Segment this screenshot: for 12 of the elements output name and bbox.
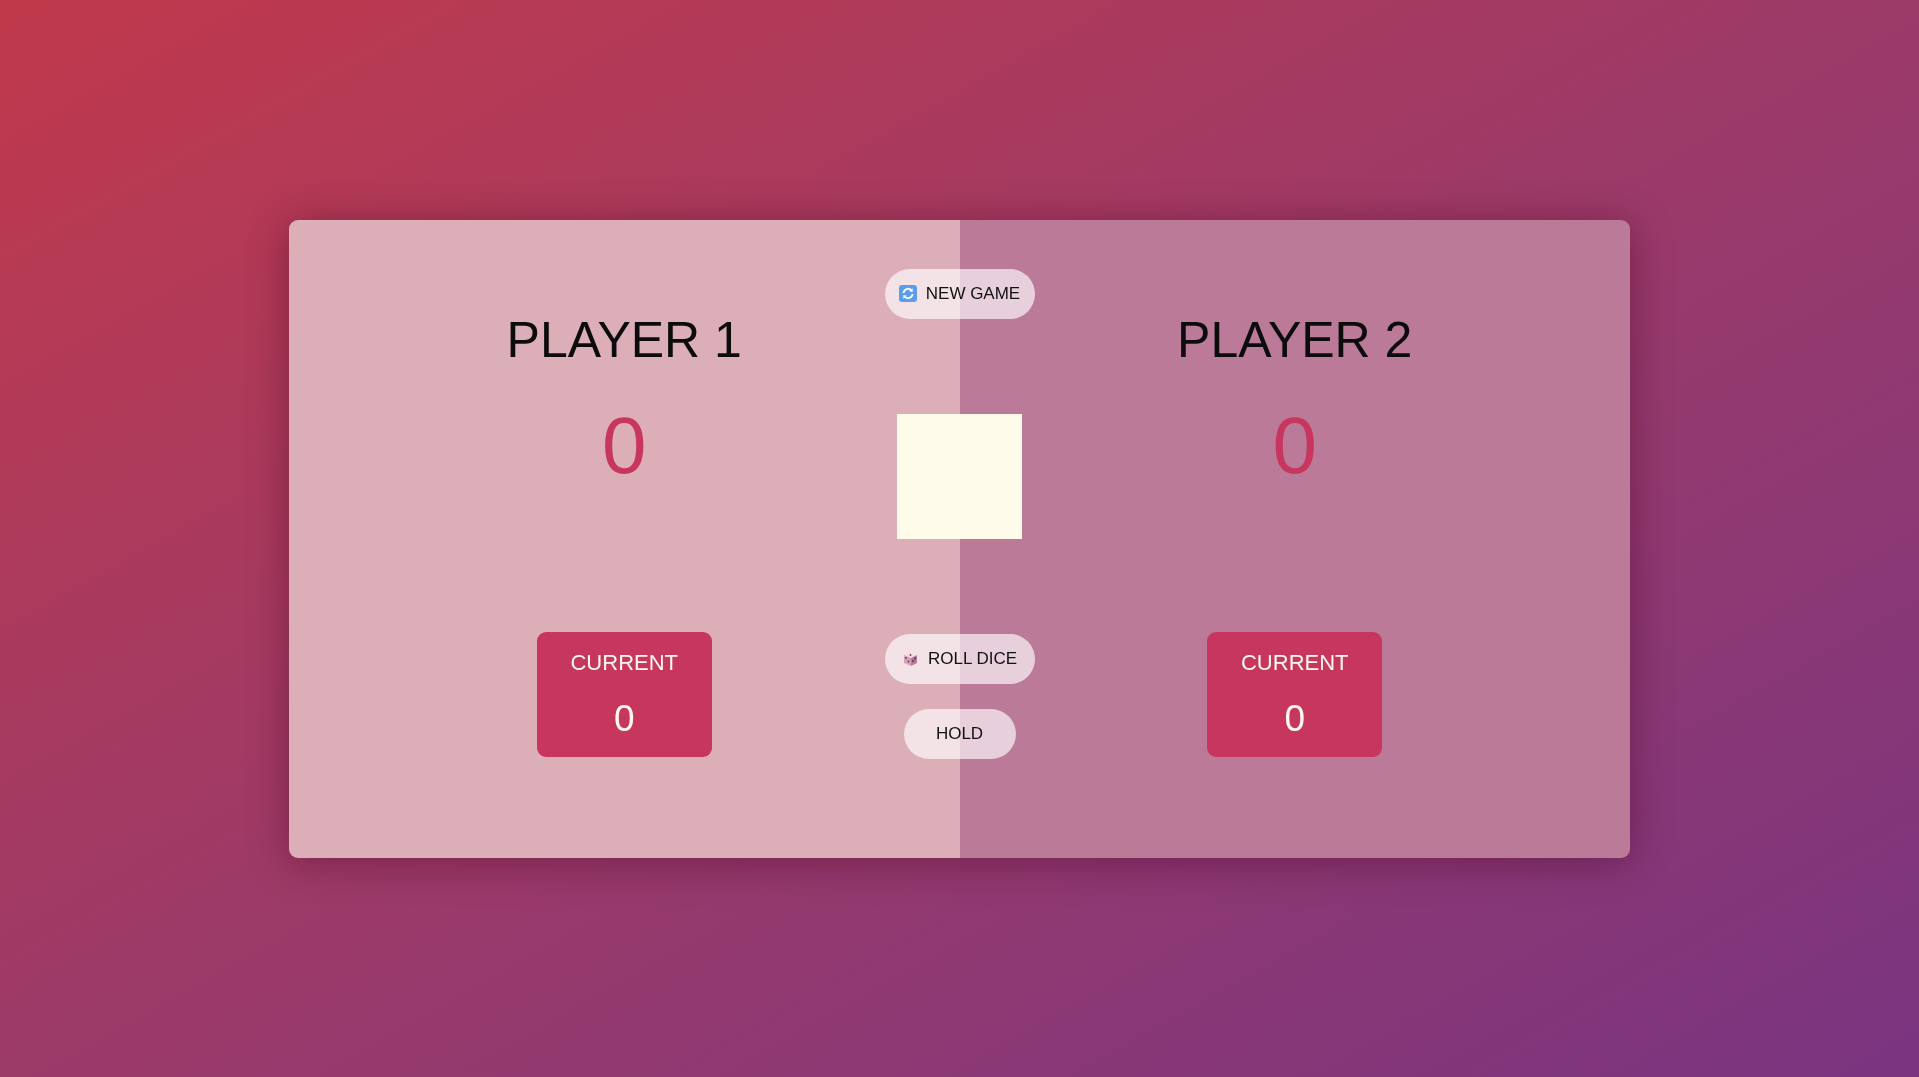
current-score: 0: [1284, 699, 1306, 737]
current-label: CURRENT: [1240, 651, 1349, 674]
roll-dice-button[interactable]: ROLL DICE: [884, 633, 1035, 684]
hold-button[interactable]: HOLD: [903, 708, 1016, 759]
player-name: PLAYER 2: [1177, 314, 1413, 365]
new-game-button[interactable]: NEW GAME: [884, 268, 1035, 319]
player-name: PLAYER 1: [506, 314, 742, 365]
total-score: 0: [602, 405, 647, 486]
current-label: CURRENT: [570, 651, 679, 674]
current-score: 0: [613, 699, 635, 737]
dice-icon: [901, 650, 919, 667]
total-score: 0: [1272, 405, 1317, 486]
